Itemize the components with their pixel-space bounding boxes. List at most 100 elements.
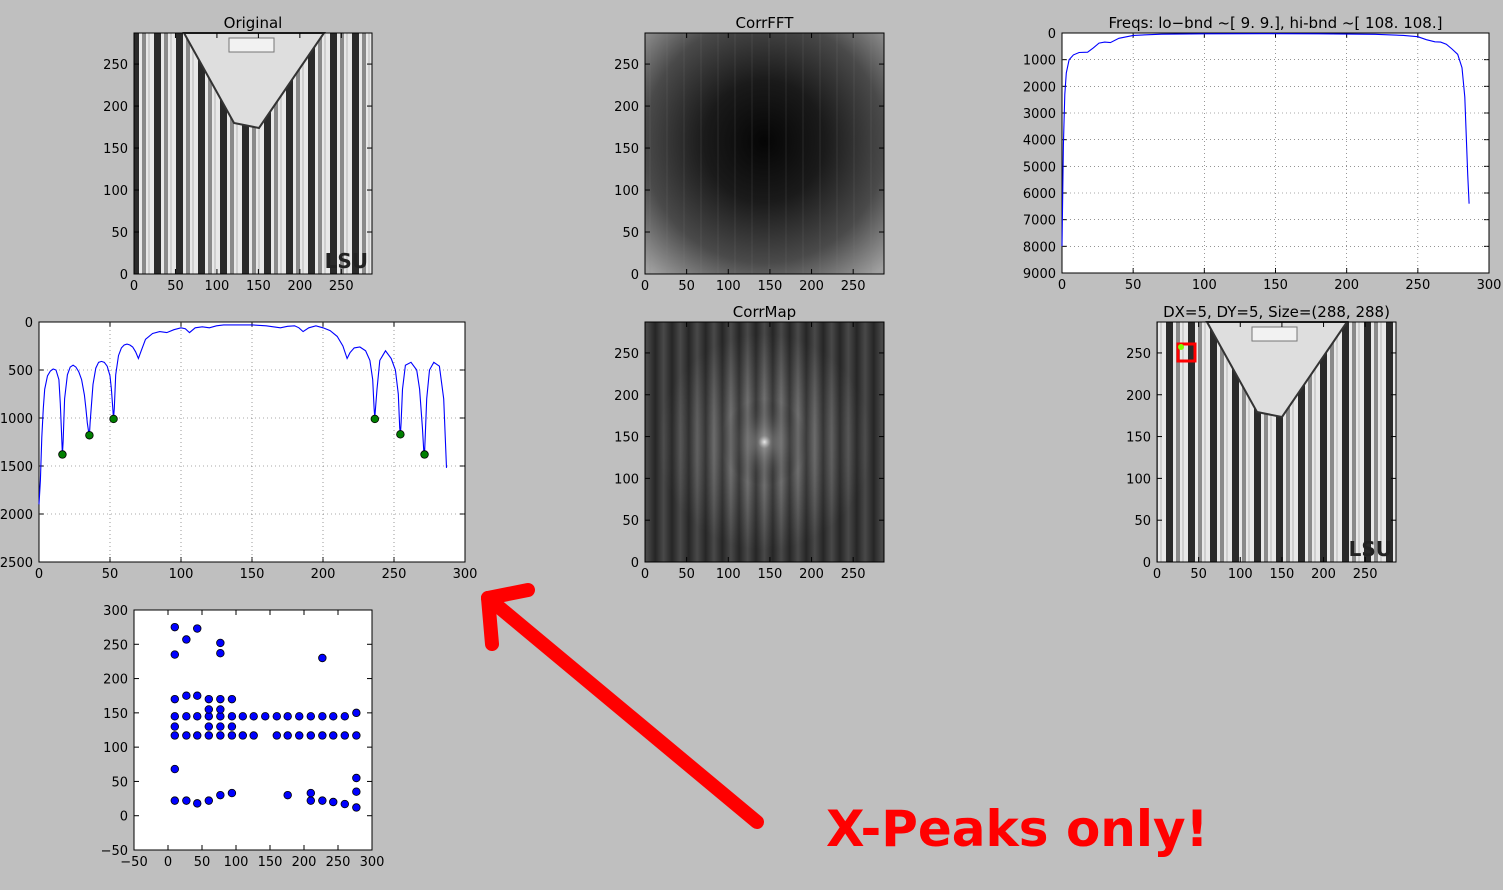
x-tick-label: 250 [326, 855, 351, 870]
y-tick-label: 50 [1134, 514, 1151, 529]
scatter-point [204, 694, 213, 704]
label-patch [1251, 326, 1298, 342]
y-tick-label: 5000 [1023, 160, 1056, 175]
scatter-point [216, 705, 225, 714]
annotation-text: X-Peaks only! [826, 800, 1209, 858]
x-tick-label: 250 [841, 279, 866, 294]
scatter-point [170, 694, 179, 704]
scatter-point [227, 694, 237, 704]
x-tick-label: 100 [169, 567, 194, 582]
x-tick-label: 250 [382, 567, 407, 582]
y-tick-label: 4000 [1023, 134, 1056, 149]
x-tick-label: 300 [360, 855, 385, 870]
x-tick-label: 100 [716, 567, 741, 582]
peak-point [85, 431, 94, 440]
y-tick-label: 200 [614, 100, 639, 115]
y-tick-label: 100 [614, 184, 639, 199]
y-tick-label: 100 [103, 741, 128, 756]
scatter-point [227, 731, 237, 740]
x-tick-label: 100 [1228, 567, 1253, 582]
x-tick-label: 150 [757, 567, 782, 582]
y-tick-label: 150 [614, 431, 639, 446]
scatter-point [352, 708, 361, 718]
y-tick-label: 0 [631, 556, 639, 571]
y-tick-label: 150 [103, 142, 128, 157]
scatter-point [249, 712, 258, 721]
scatter-point [340, 731, 349, 740]
x-tick-label: 200 [1334, 278, 1359, 293]
y-tick-label: −50 [101, 844, 128, 859]
y-tick-label: 2500 [0, 556, 33, 571]
scatter-point [272, 731, 281, 740]
scatter-point [182, 635, 191, 644]
scatter-point [318, 796, 327, 805]
y-tick-label: 150 [103, 707, 128, 722]
x-tick-label: 0 [641, 279, 649, 294]
y-tick-label: 0 [1048, 27, 1056, 42]
y-tick-label: 8000 [1023, 240, 1056, 255]
red-arrow [481, 583, 764, 829]
peak-point [396, 430, 405, 439]
y-tick-label: 1500 [0, 460, 33, 475]
x-tick-label: 250 [1353, 567, 1378, 582]
scatter-point [170, 722, 179, 731]
pocket-shape [134, 201, 206, 274]
scatter-point [216, 722, 225, 731]
x-tick-label: 0 [641, 567, 649, 582]
scatter-point [193, 691, 202, 700]
scatter-point [329, 712, 338, 721]
scatter-point [318, 653, 327, 663]
scatter-point [329, 797, 338, 807]
chart-freqs: 0 50 100 150 200 250 3000100020003000400050006… [1023, 14, 1502, 293]
y-tick-label: 50 [111, 775, 128, 790]
x-tick-label: 300 [453, 567, 478, 582]
x-tick-label: 100 [716, 279, 741, 294]
y-tick-label: 6000 [1023, 187, 1056, 202]
x-tick-label: 50 [1190, 567, 1207, 582]
y-tick-label: 200 [103, 100, 128, 115]
x-tick-label: 100 [1192, 278, 1217, 293]
y-tick-label: 200 [1126, 389, 1151, 404]
scatter-point [283, 712, 292, 721]
scatter-point [182, 712, 191, 721]
scatter-point [227, 712, 237, 721]
x-tick-label: 300 [1477, 278, 1502, 293]
chart-title: Original [224, 14, 283, 32]
x-tick-label: 150 [246, 279, 271, 294]
scatter-point [193, 731, 202, 740]
scatter-point [204, 722, 213, 731]
y-tick-label: 0 [120, 810, 128, 825]
x-tick-label: 50 [194, 855, 211, 870]
scatter-point [170, 712, 179, 721]
y-tick-label: 200 [614, 389, 639, 404]
scatter-point [329, 731, 338, 740]
scatter-point [182, 691, 191, 700]
y-tick-label: 100 [614, 472, 639, 487]
y-tick-label: 100 [103, 184, 128, 199]
scatter-point [182, 731, 191, 740]
x-tick-label: 200 [287, 279, 312, 294]
y-tick-label: 100 [1126, 472, 1151, 487]
y-tick-label: 1000 [1023, 54, 1056, 69]
scatter-point [306, 731, 315, 740]
scatter-point [170, 796, 179, 805]
y-tick-label: 250 [614, 58, 639, 73]
x-tick-label: 0 [1153, 567, 1161, 582]
x-tick-label: 150 [240, 567, 265, 582]
scatter-point [318, 712, 327, 721]
y-tick-label: 0 [1143, 556, 1151, 571]
scatter-point [352, 787, 361, 796]
scatter-point [283, 731, 292, 740]
y-tick-label: 50 [622, 514, 639, 529]
x-tick-label: 0 [1058, 278, 1066, 293]
scatter-point [170, 650, 179, 659]
scatter-point [193, 799, 202, 808]
x-tick-label: 150 [1263, 278, 1288, 293]
y-tick-label: 150 [1126, 431, 1151, 446]
scatter-point [170, 764, 179, 774]
scatter-point [216, 731, 225, 740]
chart-title: DX=5, DY=5, Size=(288, 288) [1163, 303, 1390, 321]
scatter-point [193, 624, 202, 633]
corrmap-center-glow [645, 322, 884, 562]
scatter-point [306, 788, 315, 798]
